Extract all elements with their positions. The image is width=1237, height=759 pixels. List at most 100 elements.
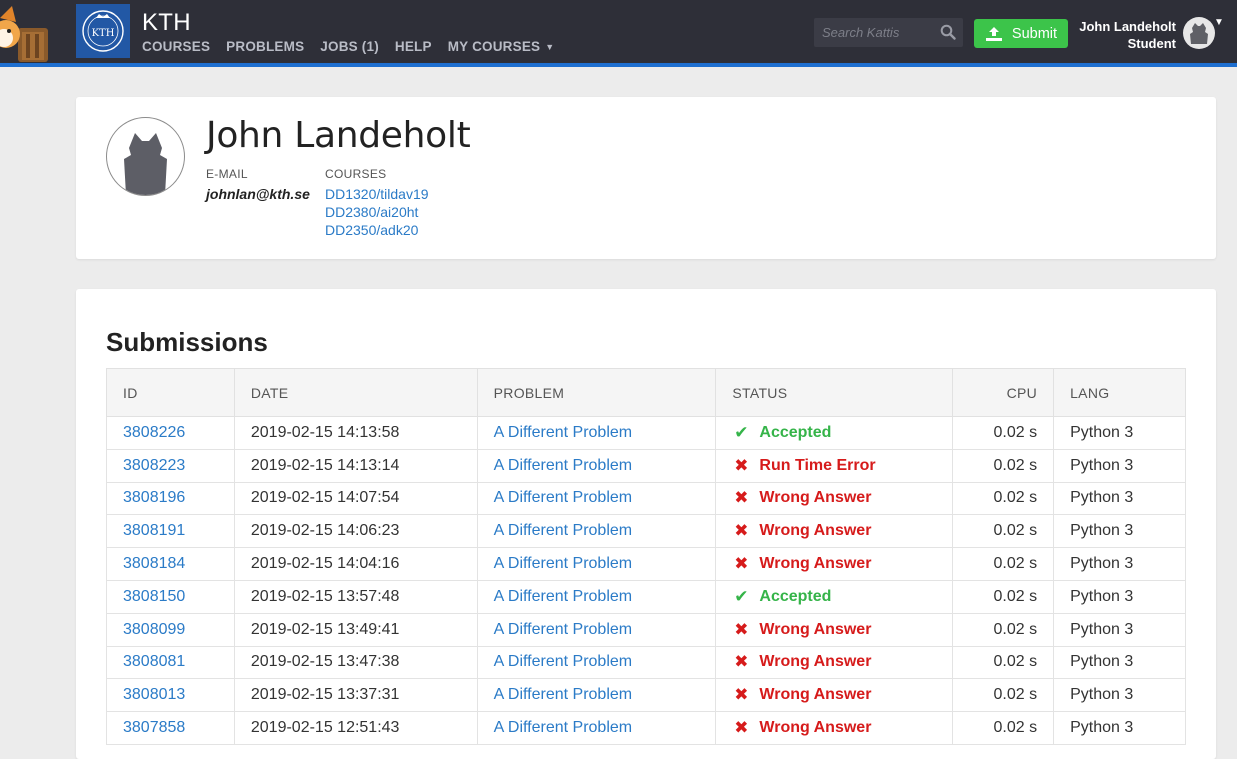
submission-id-link[interactable]: 3808191 [123, 522, 185, 539]
cell-problem: A Different Problem [476, 547, 717, 581]
submit-button[interactable]: Submit [974, 19, 1068, 48]
cell-date: 2019-02-15 13:49:41 [233, 612, 478, 647]
submission-id-link[interactable]: 3808150 [123, 588, 185, 605]
search-icon[interactable] [940, 24, 956, 40]
cell-cpu: 0.02 s [952, 579, 1055, 614]
table-row: 3808223 2019-02-15 14:13:14 A Different Pr… [106, 448, 1186, 483]
submission-id-link[interactable]: 3808099 [123, 621, 185, 638]
col-header-cpu[interactable]: CPU [952, 368, 1055, 417]
course-link[interactable]: DD2380/ai20ht [325, 203, 429, 221]
col-header-status[interactable]: STATUS [715, 368, 954, 417]
course-link[interactable]: DD2350/adk20 [325, 221, 429, 239]
profile-name: John Landeholt [206, 115, 471, 156]
submit-label: Submit [1011, 25, 1058, 42]
submission-id-link[interactable]: 3807858 [123, 719, 185, 736]
problem-link[interactable]: A Different Problem [494, 424, 632, 441]
nav-courses[interactable]: COURSES [142, 39, 210, 54]
cell-id: 3808223 [106, 448, 235, 483]
cell-problem: A Different Problem [476, 612, 717, 647]
cross-icon: ✖ [734, 718, 749, 738]
col-header-date[interactable]: DATE [233, 368, 478, 417]
cell-date: 2019-02-15 14:13:14 [233, 448, 478, 483]
problem-link[interactable]: A Different Problem [494, 686, 632, 703]
table-row: 3807858 2019-02-15 12:51:43 A Different Pr… [106, 711, 1186, 745]
user-menu[interactable]: John Landeholt Student [1079, 18, 1176, 52]
cell-status: ✖ Wrong Answer [715, 514, 954, 549]
col-header-problem[interactable]: PROBLEM [476, 368, 717, 417]
cross-icon: ✖ [734, 619, 749, 639]
problem-link[interactable]: A Different Problem [494, 653, 632, 670]
submission-id-link[interactable]: 3808013 [123, 686, 185, 703]
status-badge: ✖ Wrong Answer [732, 554, 936, 574]
user-silhouette-icon [124, 133, 167, 195]
status-badge: ✖ Wrong Answer [732, 488, 936, 508]
status-badge: ✖ Run Time Error [732, 456, 936, 476]
cell-lang: Python 3 [1053, 711, 1186, 745]
cell-date: 2019-02-15 14:13:58 [233, 416, 478, 450]
problem-link[interactable]: A Different Problem [494, 489, 632, 506]
status-badge: ✖ Wrong Answer [732, 521, 936, 541]
submission-id-link[interactable]: 3808226 [123, 424, 185, 441]
cell-cpu: 0.02 s [952, 645, 1055, 680]
status-badge: ✔ Accepted [732, 423, 936, 443]
col-header-id[interactable]: ID [106, 368, 235, 417]
problem-link[interactable]: A Different Problem [494, 588, 632, 605]
submission-id-link[interactable]: 3808196 [123, 489, 185, 506]
cell-cpu: 0.02 s [952, 547, 1055, 581]
user-role: Student [1127, 36, 1176, 51]
table-row: 3808226 2019-02-15 14:13:58 A Different Pr… [106, 416, 1186, 450]
status-text: Wrong Answer [759, 653, 872, 671]
cell-problem: A Different Problem [476, 416, 717, 450]
cell-cpu: 0.02 s [952, 416, 1055, 450]
status-badge: ✖ Wrong Answer [732, 620, 936, 640]
top-navbar: KTH KTH COURSES PROBLEMS JOBS (1) HELP M… [0, 0, 1237, 67]
cell-cpu: 0.02 s [952, 678, 1055, 713]
kth-logo[interactable]: KTH [76, 4, 130, 58]
kattis-mascot-logo[interactable] [0, 4, 52, 62]
status-text: Wrong Answer [759, 620, 872, 638]
cell-id: 3807858 [106, 711, 235, 745]
cell-problem: A Different Problem [476, 579, 717, 614]
user-silhouette-icon [1190, 23, 1208, 44]
cell-lang: Python 3 [1053, 645, 1186, 680]
table-row: 3808191 2019-02-15 14:06:23 A Different Pr… [106, 514, 1186, 549]
submissions-table: ID DATE PROBLEM STATUS CPU LANG 3808226 2… [106, 368, 1186, 745]
cell-date: 2019-02-15 14:06:23 [233, 514, 478, 549]
problem-link[interactable]: A Different Problem [494, 719, 632, 736]
email-value: johnlan@kth.se [206, 186, 310, 202]
submission-id-link[interactable]: 3808223 [123, 457, 185, 474]
cell-problem: A Different Problem [476, 481, 717, 516]
nav-my-courses-label: MY COURSES [447, 39, 541, 54]
cell-lang: Python 3 [1053, 547, 1186, 581]
problem-link[interactable]: A Different Problem [494, 522, 632, 539]
problem-link[interactable]: A Different Problem [494, 457, 632, 474]
email-label: E-MAIL [206, 167, 248, 181]
nav-my-courses[interactable]: MY COURSES ▼ [448, 39, 555, 54]
cell-id: 3808081 [106, 645, 235, 680]
submission-id-link[interactable]: 3808081 [123, 653, 185, 670]
submission-id-link[interactable]: 3808184 [123, 555, 185, 572]
course-link[interactable]: DD1320/tildav19 [325, 185, 429, 203]
cell-lang: Python 3 [1053, 416, 1186, 450]
status-text: Accepted [759, 423, 832, 441]
table-row: 3808196 2019-02-15 14:07:54 A Different Pr… [106, 481, 1186, 516]
nav-help[interactable]: HELP [395, 39, 432, 54]
cell-id: 3808226 [106, 416, 235, 450]
search-input[interactable] [814, 24, 939, 41]
site-title[interactable]: KTH [142, 9, 191, 37]
table-row: 3808184 2019-02-15 14:04:16 A Different Pr… [106, 547, 1186, 581]
caret-down-icon[interactable]: ▼ [1214, 17, 1224, 28]
col-header-lang[interactable]: LANG [1053, 368, 1186, 417]
cell-cpu: 0.02 s [952, 514, 1055, 549]
cell-status: ✔ Accepted [715, 579, 954, 614]
cell-status: ✖ Wrong Answer [715, 678, 954, 713]
problem-link[interactable]: A Different Problem [494, 555, 632, 572]
submissions-card: Submissions ID DATE PROBLEM STATUS CPU L… [76, 289, 1216, 759]
nav-problems[interactable]: PROBLEMS [226, 39, 304, 54]
problem-link[interactable]: A Different Problem [494, 621, 632, 638]
cell-problem: A Different Problem [476, 711, 717, 745]
cell-status: ✖ Wrong Answer [715, 711, 954, 745]
user-avatar[interactable] [1183, 17, 1215, 49]
cell-id: 3808184 [106, 547, 235, 581]
nav-jobs[interactable]: JOBS (1) [320, 39, 379, 54]
